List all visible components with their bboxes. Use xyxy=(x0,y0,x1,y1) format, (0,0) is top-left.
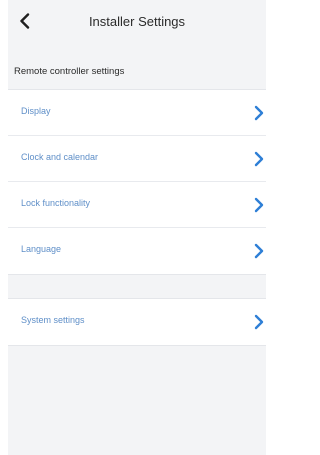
chevron-right-icon xyxy=(254,314,264,330)
page-title: Installer Settings xyxy=(88,14,186,29)
system-settings-list: System settings xyxy=(8,298,266,346)
chevron-right-icon xyxy=(254,151,264,167)
list-item-language[interactable]: Language xyxy=(8,228,266,274)
list-item-label: Lock functionality xyxy=(21,198,91,208)
list-item-display[interactable]: Display xyxy=(8,90,266,136)
list-item-label: Display xyxy=(21,106,51,116)
section-title-remote-controller: Remote controller settings xyxy=(14,66,125,77)
list-item-clock-and-calendar[interactable]: Clock and calendar xyxy=(8,136,266,182)
installer-settings-screen: Installer Settings Remote controller set… xyxy=(8,0,266,455)
chevron-right-icon xyxy=(254,105,264,121)
list-item-lock-functionality[interactable]: Lock functionality xyxy=(8,182,266,228)
list-item-label: Language xyxy=(21,244,62,254)
list-item-system-settings[interactable]: System settings xyxy=(8,299,266,345)
chevron-right-icon xyxy=(254,243,264,259)
settings-list: Display Clock and calendar Lock function… xyxy=(8,89,266,275)
chevron-right-icon xyxy=(254,197,264,213)
header-bar: Installer Settings xyxy=(8,0,266,40)
list-item-label: Clock and calendar xyxy=(21,152,99,162)
list-item-label: System settings xyxy=(21,315,85,325)
